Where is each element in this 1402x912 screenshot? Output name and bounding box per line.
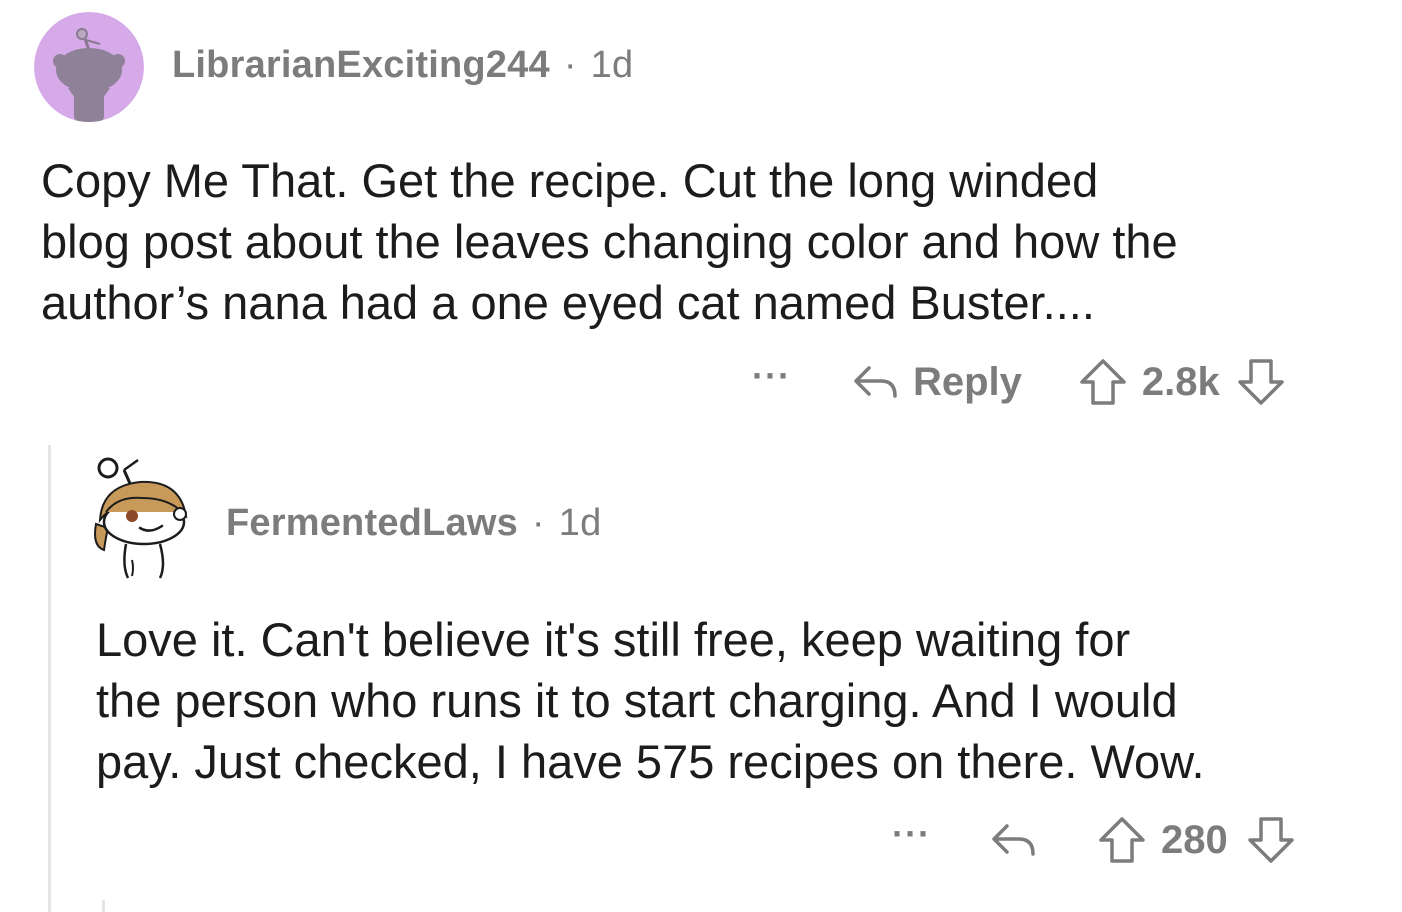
avatar[interactable] [34,12,144,122]
vote-count: 2.8k [1141,359,1220,404]
upvote-arrow-icon[interactable] [1097,815,1147,865]
snoo-avatar-icon [91,457,197,579]
comment-line: blog post about the leaves changing colo… [41,215,1178,268]
meta-separator: · [531,502,545,544]
comment-age: 1d [590,44,634,86]
comment-actions: ··· 280 [892,810,1296,870]
comment-line: pay. Just checked, I have 575 recipes on… [96,735,1205,788]
reply-arrow-icon[interactable] [989,820,1037,860]
reply-label: Reply [912,359,1022,404]
snoo-avatar-icon [34,12,144,122]
comment-actions: ··· Reply 2.8k [752,352,1286,412]
comment-line: the person who runs it to start charging… [96,674,1178,727]
more-options-button[interactable]: ··· [892,816,931,852]
comment-body: Copy Me That. Get the recipe. Cut the lo… [41,150,1178,333]
comment-meta: LibrarianExciting244 · 1d [172,44,633,87]
reply-arrow-icon [851,362,899,402]
comment-line: author’s nana had a one eyed cat named B… [41,276,1095,329]
vote-count: 280 [1160,817,1228,862]
meta-separator: · [563,44,577,86]
reply-button[interactable]: Reply [851,360,1022,405]
comment-line: Copy Me That. Get the recipe. Cut the lo… [41,154,1099,207]
comment-line: Love it. Can't believe it's still free, … [96,613,1131,666]
thread-line[interactable] [48,445,51,912]
username-link[interactable]: FermentedLaws [226,502,518,544]
downvote-arrow-icon[interactable] [1246,815,1296,865]
upvote-arrow-icon[interactable] [1078,357,1128,407]
thread-line [102,900,105,912]
comment-body: Love it. Can't believe it's still free, … [96,609,1205,792]
downvote-arrow-icon[interactable] [1236,357,1286,407]
comment-meta: FermentedLaws · 1d [226,502,601,545]
more-options-button[interactable]: ··· [752,358,791,394]
comment-age: 1d [558,502,602,544]
username-link[interactable]: LibrarianExciting244 [172,44,550,86]
avatar[interactable] [88,450,200,580]
